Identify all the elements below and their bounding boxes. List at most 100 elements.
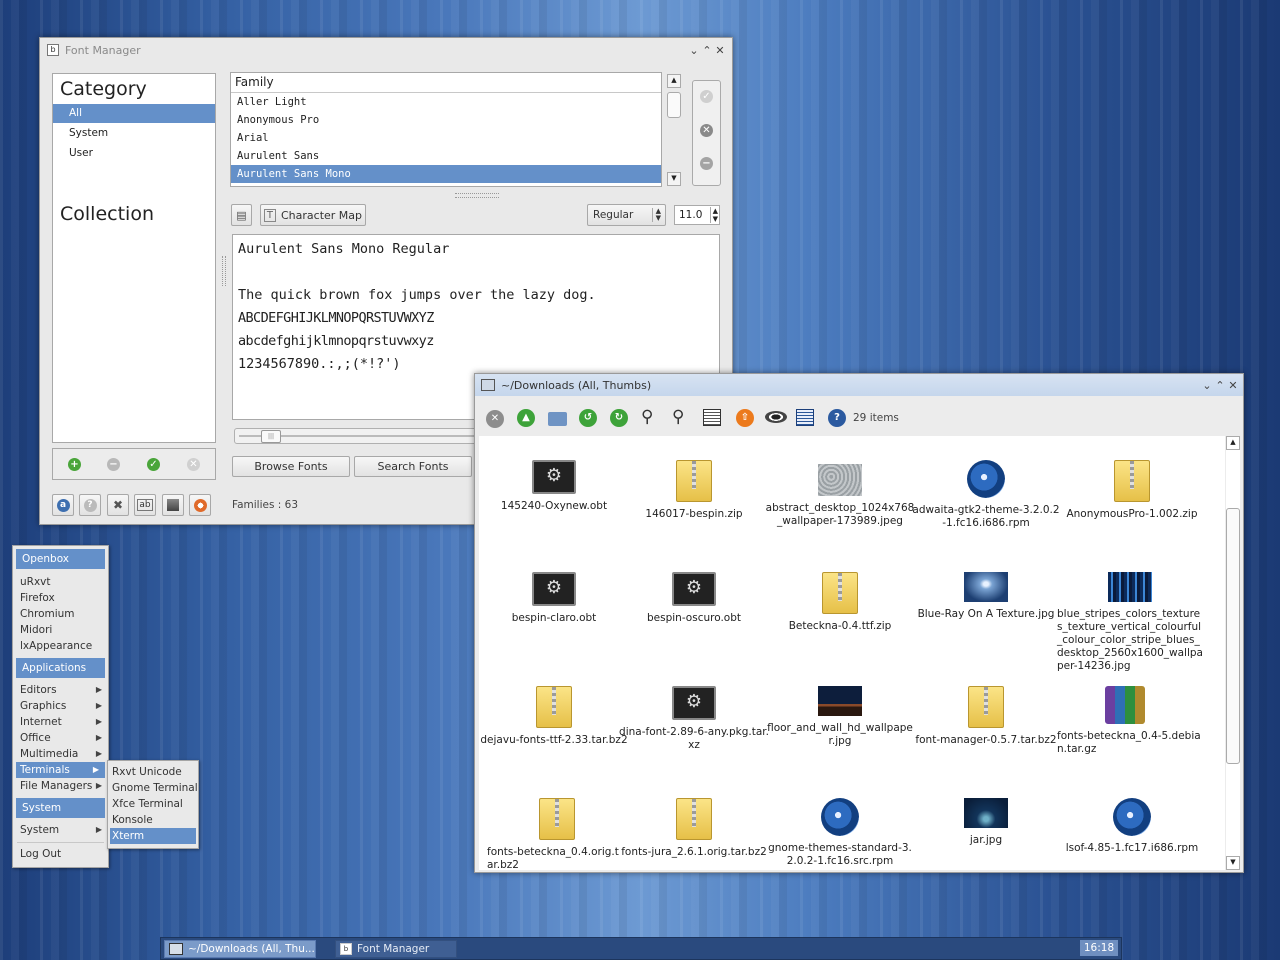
file-item[interactable]: AnonymousPro-1.002.zip (1057, 460, 1207, 521)
file-item[interactable]: lsof-4.85-1.fc17.i686.rpm (1057, 798, 1207, 855)
preview-eye-icon[interactable] (765, 411, 787, 423)
list-view-icon[interactable] (703, 409, 721, 426)
pane-splitter[interactable] (455, 193, 499, 198)
preferences-button[interactable]: ✖ (107, 494, 129, 516)
menu-item-log-out[interactable]: Log Out (13, 846, 108, 862)
details-view-icon[interactable] (796, 409, 814, 426)
file-item[interactable]: Beteckna-0.4.ttf.zip (765, 572, 915, 633)
family-row[interactable]: Arial (231, 129, 661, 147)
search-fonts-button[interactable]: Search Fonts (354, 456, 472, 477)
menu-item-urxvt[interactable]: uRxvt (13, 574, 108, 590)
stop-icon[interactable]: ✕ (486, 410, 504, 428)
zoom-in-icon[interactable]: ⚲ (641, 407, 653, 427)
size-slider[interactable]: ||| (234, 428, 484, 444)
task-button-font-manager[interactable]: b Font Manager (335, 940, 457, 958)
family-row[interactable]: Aurulent Sans (231, 147, 661, 165)
family-row[interactable]: Anonymous Pro (231, 111, 661, 129)
file-icon-view[interactable]: 145240-Oxynew.obt 146017-bespin.zip abst… (479, 436, 1225, 870)
help-icon[interactable]: ? (828, 409, 846, 427)
font-manager-titlebar[interactable]: b Font Manager ⌄ ⌃ ✕ (40, 38, 732, 62)
add-collection-icon[interactable]: + (68, 458, 81, 471)
file-view-scrollbar[interactable]: ▲ ▼ (1226, 436, 1240, 870)
scroll-down-icon[interactable]: ▼ (1226, 856, 1240, 870)
family-scrollbar[interactable]: ▲ ▼ (667, 74, 681, 186)
scroll-thumb[interactable] (667, 92, 681, 118)
remove-collection-icon[interactable]: − (107, 458, 120, 471)
font-info-tool-button[interactable]: ab (134, 494, 156, 516)
file-item[interactable]: 145240-Oxynew.obt (479, 460, 629, 513)
file-item[interactable]: fonts-beteckna_0.4.orig.tar.bz2 (487, 798, 623, 870)
menu-item-office[interactable]: Office ▶ (13, 730, 108, 746)
menu-item-editors[interactable]: Editors ▶ (13, 682, 108, 698)
file-item[interactable]: dejavu-fonts-ttf-2.33.tar.bz2 (479, 686, 629, 747)
menu-item-internet[interactable]: Internet ▶ (13, 714, 108, 730)
file-item[interactable]: adwaita-gtk2-theme-3.2.0.2-1.fc16.i686.r… (911, 460, 1061, 530)
disable-font-icon[interactable]: ✕ (700, 124, 713, 137)
enable-font-icon[interactable]: ✓ (700, 90, 713, 103)
menu-item-xterm[interactable]: Xterm (110, 828, 196, 844)
refresh-icon[interactable]: ↻ (610, 409, 628, 427)
file-item[interactable]: gnome-themes-standard-3.2.0.2-1.fc16.src… (765, 798, 915, 868)
about-button[interactable]: a (52, 494, 74, 516)
menu-item-gnome-terminal[interactable]: Gnome Terminal (108, 780, 198, 796)
maximize-icon[interactable]: ⌃ (1214, 379, 1226, 392)
file-item[interactable]: bespin-claro.obt (479, 572, 629, 625)
file-item[interactable]: floor_and_wall_hd_wallpaper.jpg (765, 686, 915, 748)
scroll-up-icon[interactable]: ▲ (667, 74, 681, 88)
file-item[interactable]: blue_stripes_colors_textures_texture_ver… (1057, 572, 1203, 673)
menu-item-lxappearance[interactable]: lxAppearance (13, 638, 108, 654)
file-item[interactable]: font-manager-0.5.7.tar.bz2 (911, 686, 1061, 747)
left-splitter-handle[interactable] (222, 256, 226, 286)
scroll-up-icon[interactable]: ▲ (1226, 436, 1240, 450)
family-column-header[interactable]: Family (231, 73, 661, 93)
task-button-downloads[interactable]: ~/Downloads (All, Thu... (164, 940, 316, 958)
shade-icon[interactable]: ⌄ (688, 44, 700, 57)
close-icon[interactable]: ✕ (1227, 379, 1239, 392)
menu-item-firefox[interactable]: Firefox (13, 590, 108, 606)
enable-collection-icon[interactable]: ✓ (147, 458, 160, 471)
file-item[interactable]: bespin-oscuro.obt (619, 572, 769, 625)
category-item-user[interactable]: User (53, 143, 215, 163)
shade-icon[interactable]: ⌄ (1201, 379, 1213, 392)
family-row-selected[interactable]: Aurulent Sans Mono (231, 165, 661, 183)
category-item-all[interactable]: All (53, 104, 215, 123)
menu-item-system[interactable]: System ▶ (13, 822, 108, 838)
menu-item-konsole[interactable]: Konsole (108, 812, 198, 828)
slider-handle[interactable]: ||| (261, 430, 281, 443)
file-item[interactable]: Blue-Ray On A Texture.jpg (911, 572, 1061, 621)
browse-fonts-button[interactable]: Browse Fonts (232, 456, 350, 477)
menu-item-multimedia[interactable]: Multimedia ▶ (13, 746, 108, 762)
family-row[interactable]: Aller Light (231, 93, 661, 111)
disable-collection-icon[interactable]: ✕ (187, 458, 200, 471)
scroll-down-icon[interactable]: ▼ (667, 172, 681, 186)
file-item[interactable]: fonts-beteckna_0.4-5.debian.tar.gz (1057, 686, 1203, 756)
file-item[interactable]: jar.jpg (911, 798, 1061, 847)
size-spinbox[interactable]: 11.0 ▲ ▼ (674, 205, 720, 225)
spin-arrows-icon[interactable]: ▲ ▼ (709, 207, 718, 223)
character-map-button[interactable]: T Character Map (260, 204, 366, 226)
up-arrow-icon[interactable]: ▲ (517, 409, 535, 427)
home-folder-icon[interactable] (548, 412, 567, 426)
file-item[interactable]: abstract_desktop_1024x768_wallpaper-1739… (765, 460, 915, 528)
color-button[interactable] (189, 494, 211, 516)
menu-item-file-managers[interactable]: File Managers ▶ (13, 778, 108, 794)
menu-item-terminals[interactable]: Terminals ▶ (16, 762, 105, 778)
zoom-out-icon[interactable]: ⚲ (672, 407, 684, 427)
menu-item-chromium[interactable]: Chromium (13, 606, 108, 622)
maximize-icon[interactable]: ⌃ (701, 44, 713, 57)
menu-item-graphics[interactable]: Graphics ▶ (13, 698, 108, 714)
font-info-button[interactable]: ▤ (231, 204, 252, 226)
back-icon[interactable]: ↺ (579, 409, 597, 427)
menu-item-midori[interactable]: Midori (13, 622, 108, 638)
export-button[interactable] (162, 494, 184, 516)
file-manager-titlebar[interactable]: ~/Downloads (All, Thumbs) ⌄ ⌃ ✕ (475, 374, 1243, 396)
scroll-thumb[interactable] (1226, 508, 1240, 764)
close-icon[interactable]: ✕ (714, 44, 726, 57)
help-button[interactable]: ? (79, 494, 101, 516)
menu-item-xfce-terminal[interactable]: Xfce Terminal (108, 796, 198, 812)
file-item[interactable]: 146017-bespin.zip (619, 460, 769, 521)
clock[interactable]: 16:18 (1080, 940, 1118, 956)
style-select[interactable]: Regular ▲ ▼ (587, 204, 666, 226)
file-item[interactable]: dina-font-2.89-6-any.pkg.tar.xz (619, 686, 769, 752)
menu-item-rxvt-unicode[interactable]: Rxvt Unicode (108, 764, 198, 780)
